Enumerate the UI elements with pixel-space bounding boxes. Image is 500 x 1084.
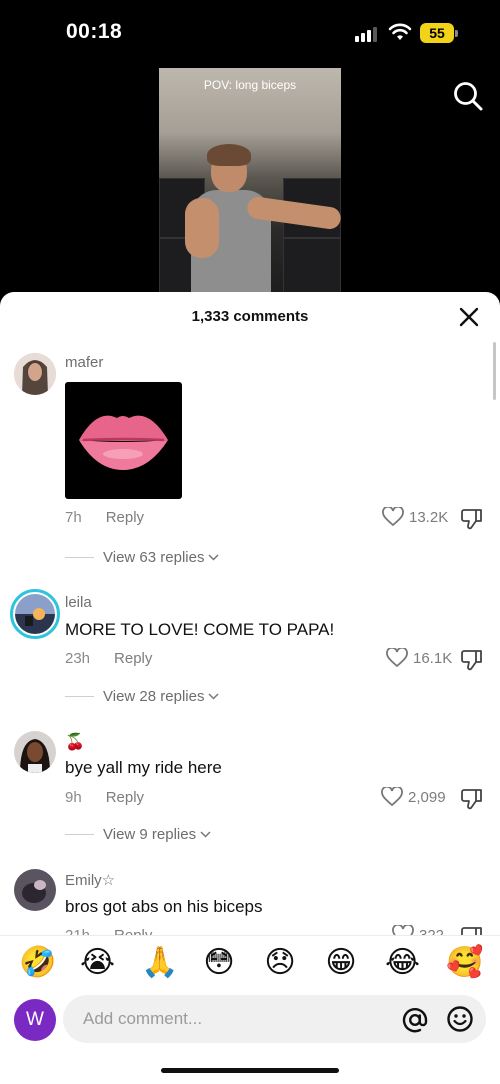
comment-time: 7h — [65, 509, 82, 526]
heart-icon — [386, 648, 408, 668]
avatar[interactable] — [14, 869, 56, 911]
dislike-icon[interactable] — [460, 648, 484, 672]
search-icon[interactable] — [452, 80, 484, 112]
like-button[interactable]: 13.2K — [382, 507, 448, 527]
emoji-flushed-button[interactable]: 😳 — [202, 946, 236, 980]
comment-username[interactable]: Emily☆ — [65, 871, 115, 889]
comment-text: MORE TO LOVE! COME TO PAPA! — [65, 620, 335, 639]
heart-icon — [382, 507, 404, 527]
dislike-icon[interactable] — [460, 787, 484, 811]
chevron-down-icon — [208, 554, 219, 561]
current-user-avatar[interactable]: W — [14, 999, 56, 1041]
emoji-crying-button[interactable]: 😭 — [80, 946, 115, 980]
view-replies-button[interactable]: View 63 replies — [65, 549, 219, 566]
emoji-picker-icon[interactable] — [446, 1005, 474, 1033]
like-count: 13.2K — [409, 508, 449, 526]
comments-sheet: 1,333 comments mafer 7h Reply 13.2K View… — [0, 292, 500, 1084]
reply-button[interactable]: Reply — [114, 927, 152, 935]
reply-button[interactable]: Reply — [114, 650, 152, 667]
heart-icon — [381, 787, 403, 807]
chevron-down-icon — [200, 831, 211, 838]
comment-username[interactable]: 🍒 — [65, 732, 85, 752]
comment-username[interactable]: leila — [65, 594, 92, 611]
battery-indicator: 55 — [420, 23, 458, 43]
emoji-disappointed-button[interactable]: 😞 — [263, 946, 297, 980]
video-player[interactable]: POV: long biceps — [159, 68, 341, 298]
wifi-icon — [388, 23, 412, 40]
like-button[interactable]: 16.1K — [386, 648, 452, 668]
dislike-icon[interactable] — [460, 925, 484, 935]
like-count: 16.1K — [413, 649, 453, 667]
comment-time: 23h — [65, 650, 91, 667]
comment-meta: 23h Reply — [65, 650, 152, 667]
mention-icon[interactable] — [401, 1006, 429, 1034]
home-indicator — [161, 1068, 339, 1073]
status-bar: 00:18 55 — [0, 0, 500, 68]
scrollbar-thumb[interactable] — [493, 342, 496, 400]
view-replies-button[interactable]: View 9 replies — [65, 826, 211, 843]
comment-text: bros got abs on his biceps — [65, 897, 263, 916]
comment-text: bye yall my ride here — [65, 758, 222, 777]
comment-time: 21h — [65, 927, 90, 935]
comments-list[interactable]: mafer 7h Reply 13.2K View 63 replies lei… — [0, 292, 500, 935]
reply-button[interactable]: Reply — [106, 509, 144, 526]
view-replies-button[interactable]: View 28 replies — [65, 688, 219, 705]
comment-image[interactable] — [65, 382, 182, 499]
reply-button[interactable]: Reply — [106, 789, 144, 806]
comment-time: 9h — [65, 789, 82, 806]
locker — [283, 238, 341, 298]
cellular-signal-icon — [355, 26, 379, 42]
like-count: 2,099 — [408, 788, 446, 806]
person-hair — [207, 144, 251, 166]
video-caption: POV: long biceps — [203, 78, 297, 92]
avatar[interactable] — [14, 731, 56, 773]
status-time: 00:18 — [66, 20, 123, 43]
dislike-icon[interactable] — [460, 507, 484, 531]
emoji-pray-button[interactable]: 🙏 — [141, 946, 178, 980]
comment-meta: 21h Reply — [65, 927, 152, 935]
like-count: 322 — [419, 926, 445, 936]
emoji-rofl-button[interactable]: 🤣 — [19, 946, 56, 980]
heart-icon — [392, 925, 414, 935]
emoji-hearts-button[interactable]: 🥰 — [446, 946, 483, 980]
comment-composer: W — [0, 993, 500, 1053]
person-arm — [185, 198, 219, 258]
comment-meta: 7h Reply — [65, 509, 144, 526]
emoji-grin-button[interactable]: 😁 — [324, 946, 358, 980]
avatar[interactable] — [10, 589, 60, 639]
emoji-joy-button[interactable]: 😂 — [385, 946, 420, 980]
emoji-quick-bar: 🤣 😭 🙏 😳 😞 😁 😂 🥰 — [0, 935, 500, 993]
chevron-down-icon — [208, 693, 219, 700]
avatar[interactable] — [14, 353, 56, 395]
comment-meta: 9h Reply — [65, 789, 144, 806]
like-button[interactable]: 2,099 — [381, 787, 446, 807]
like-button[interactable]: 322 — [392, 925, 444, 935]
comment-username[interactable]: mafer — [65, 354, 103, 371]
